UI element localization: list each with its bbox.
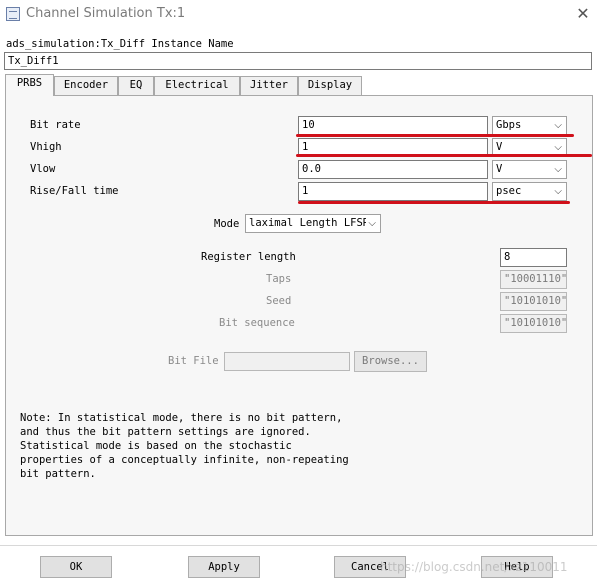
- app-icon: [6, 7, 20, 21]
- rise-fall-unit-value: psec: [496, 185, 522, 197]
- instance-name-label: ads_simulation:Tx_Diff Instance Name: [6, 38, 234, 50]
- annotation-underline: [298, 201, 570, 204]
- footer-divider: [0, 545, 597, 546]
- annotation-underline: [296, 154, 592, 157]
- seed-field: "10101010": [500, 292, 567, 311]
- chevron-down-icon: ⌵: [554, 186, 562, 197]
- mode-value: laximal Length LFSR: [249, 217, 370, 229]
- register-length-label: Register length: [201, 251, 296, 263]
- bit-rate-unit-value: Gbps: [496, 119, 522, 131]
- chevron-down-icon: ⌵: [366, 215, 376, 232]
- bit-rate-input[interactable]: 10: [298, 116, 488, 135]
- instance-name-input[interactable]: Tx_Diff1: [4, 52, 592, 70]
- tab-jitter[interactable]: Jitter: [240, 76, 298, 95]
- vlow-input[interactable]: 0.0: [298, 160, 488, 179]
- bit-sequence-field: "10101010": [500, 314, 567, 333]
- bit-sequence-label: Bit sequence: [219, 317, 295, 329]
- mode-label: Mode: [214, 218, 240, 230]
- close-icon[interactable]: ✕: [570, 3, 596, 25]
- tab-eq[interactable]: EQ: [118, 76, 154, 95]
- bit-rate-label: Bit rate: [30, 119, 81, 131]
- chevron-down-icon: ⌵: [554, 164, 562, 175]
- browse-button: Browse...: [354, 351, 427, 372]
- bit-file-label: Bit File: [168, 355, 219, 367]
- vhigh-unit-value: V: [496, 141, 503, 153]
- watermark: https://blog.csdn.net/xz110011: [380, 560, 568, 574]
- bit-rate-unit-select[interactable]: Gbps ⌵: [492, 116, 567, 135]
- window-title: Channel Simulation Tx:1: [26, 6, 186, 21]
- mode-select[interactable]: laximal Length LFSR ⌵: [245, 214, 381, 233]
- ok-button[interactable]: OK: [40, 556, 112, 578]
- taps-field: "10001110": [500, 270, 567, 289]
- taps-label: Taps: [266, 273, 292, 285]
- apply-button[interactable]: Apply: [188, 556, 260, 578]
- vlow-unit-value: V: [496, 163, 503, 175]
- tab-encoder[interactable]: Encoder: [54, 76, 118, 95]
- vhigh-label: Vhigh: [30, 141, 62, 153]
- tab-electrical[interactable]: Electrical: [154, 76, 240, 95]
- vlow-label: Vlow: [30, 163, 56, 175]
- rise-fall-input[interactable]: 1: [298, 182, 488, 201]
- vlow-unit-select[interactable]: V ⌵: [492, 160, 567, 179]
- bit-file-input: [224, 352, 350, 371]
- annotation-underline: [296, 134, 574, 137]
- rise-fall-label: Rise/Fall time: [30, 185, 119, 197]
- register-length-input[interactable]: 8: [500, 248, 567, 267]
- seed-label: Seed: [266, 295, 292, 307]
- tab-display[interactable]: Display: [298, 76, 362, 95]
- tab-prbs[interactable]: PRBS: [5, 74, 54, 96]
- rise-fall-unit-select[interactable]: psec ⌵: [492, 182, 567, 201]
- chevron-down-icon: ⌵: [554, 120, 562, 131]
- statistical-mode-note: Note: In statistical mode, there is no b…: [20, 412, 349, 480]
